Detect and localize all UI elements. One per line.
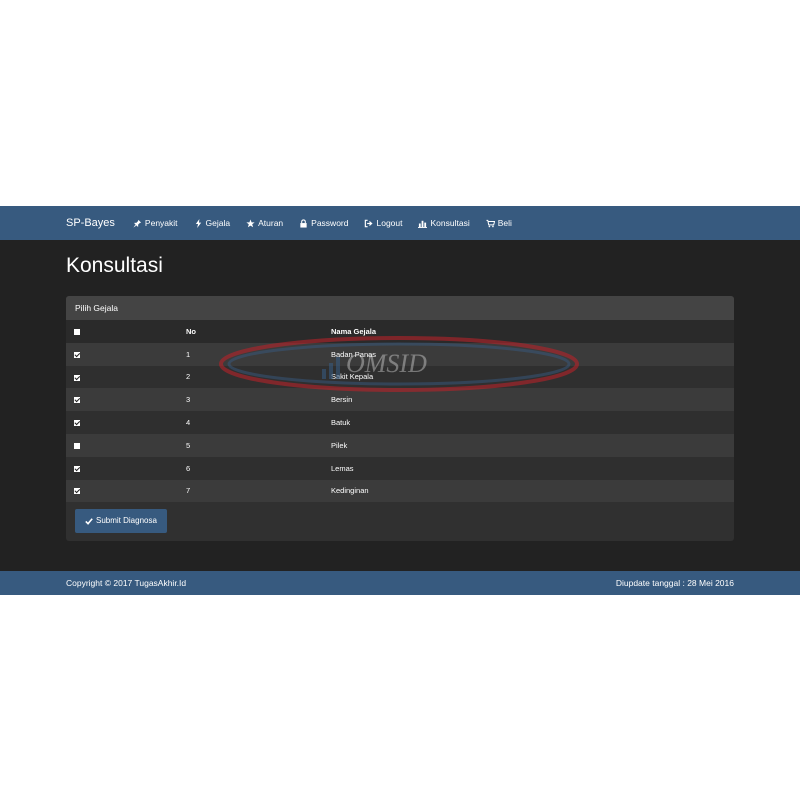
footer: Copyright © 2017 TugasAkhir.Id Diupdate … [0,571,800,595]
table-row: 7 Kedinginan [66,479,734,503]
nav-item-beli[interactable]: Beli [486,218,512,228]
gejala-panel: Pilih Gejala No Nama Gejala 1 Badan Panas… [66,296,734,541]
nav-item-penyakit[interactable]: Penyakit [133,218,178,228]
row-check-cell [66,365,178,389]
footer-updated: Diupdate tanggal : 28 Mei 2016 [615,578,734,588]
row-check-cell [66,456,178,480]
table-row: 6 Lemas [66,456,734,480]
row-nama-gejala: Lemas [323,456,734,480]
nav-item-label: Penyakit [144,218,178,228]
logout-icon [364,219,374,228]
gejala-checkbox[interactable] [74,351,80,358]
row-nama-gejala: Batuk [323,411,734,434]
nav-item-label: Logout [376,218,403,228]
table-body: 1 Badan Panas 2 Sakit Kepala 3 Bersin 4 Batuk 5 P… [66,342,734,503]
footer-copyright: Copyright © 2017 TugasAkhir.Id [66,578,187,588]
row-check-cell [66,388,178,412]
row-check-cell [66,411,178,434]
check-icon [85,517,93,525]
table-row: 2 Sakit Kepala [66,365,734,389]
nav-item-label: Aturan [258,218,284,228]
table-row: 3 Bersin [66,388,734,412]
gejala-checkbox[interactable] [74,465,80,472]
lock-icon [299,218,308,228]
row-nama-gejala: Bersin [323,388,734,412]
stats-icon [418,219,428,228]
button-row: Submit Diagnosa [66,502,734,539]
nav-item-logout[interactable]: Logout [364,218,402,228]
nav-item-label: Konsultasi [430,218,470,228]
gejala-checkbox[interactable] [74,374,80,381]
navbar-brand[interactable]: SP-Bayes [66,217,115,229]
nav-item-label: Gejala [205,218,231,228]
table-row: 1 Badan Panas [66,342,734,366]
nav-item-password[interactable]: Password [299,218,348,228]
panel-heading: Pilih Gejala [66,296,734,320]
table-row: 5 Pilek [66,433,734,457]
table-header-row: No Nama Gejala [66,320,734,343]
row-check-cell [66,479,178,503]
column-header-no: No [178,320,323,343]
row-no: 3 [178,388,323,412]
gejala-table: No Nama Gejala 1 Badan Panas 2 Sakit Kepala… [66,320,734,503]
page-title: Konsultasi [66,254,163,277]
pushpin-icon [133,219,142,228]
column-header-nama-gejala: Nama Gejala [323,320,734,343]
row-no: 1 [178,342,323,366]
row-check-cell [66,342,178,366]
gejala-checkbox[interactable] [74,397,80,404]
select-all-checkbox[interactable] [74,328,80,335]
table-row: 4 Batuk [66,411,734,434]
row-nama-gejala: Badan Panas [323,342,734,366]
app-container: SP-Bayes Penyakit Gejala Aturan Password [0,206,800,595]
row-no: 6 [178,456,323,480]
nav-item-konsultasi[interactable]: Konsultasi [418,218,470,228]
row-no: 2 [178,365,323,389]
row-no: 7 [178,479,323,503]
gejala-checkbox[interactable] [74,420,80,427]
star-icon [246,218,255,228]
submit-diagnosa-button[interactable]: Submit Diagnosa [75,508,167,533]
navbar: SP-Bayes Penyakit Gejala Aturan Password [0,206,800,240]
cart-icon [486,219,495,228]
row-nama-gejala: Pilek [323,433,734,457]
row-check-cell [66,433,178,457]
row-no: 5 [178,433,323,457]
row-nama-gejala: Sakit Kepala [323,365,734,389]
nav-item-label: Beli [497,218,512,228]
gejala-checkbox[interactable] [74,488,80,495]
header-check-cell [66,320,178,343]
nav-item-gejala[interactable]: Gejala [194,218,231,228]
nav-item-aturan[interactable]: Aturan [246,218,283,228]
gejala-checkbox[interactable] [74,442,80,449]
row-nama-gejala: Kedinginan [323,479,734,503]
nav-item-label: Password [311,218,349,228]
row-no: 4 [178,411,323,434]
submit-label: Submit Diagnosa [96,516,157,526]
flash-icon [194,218,203,228]
